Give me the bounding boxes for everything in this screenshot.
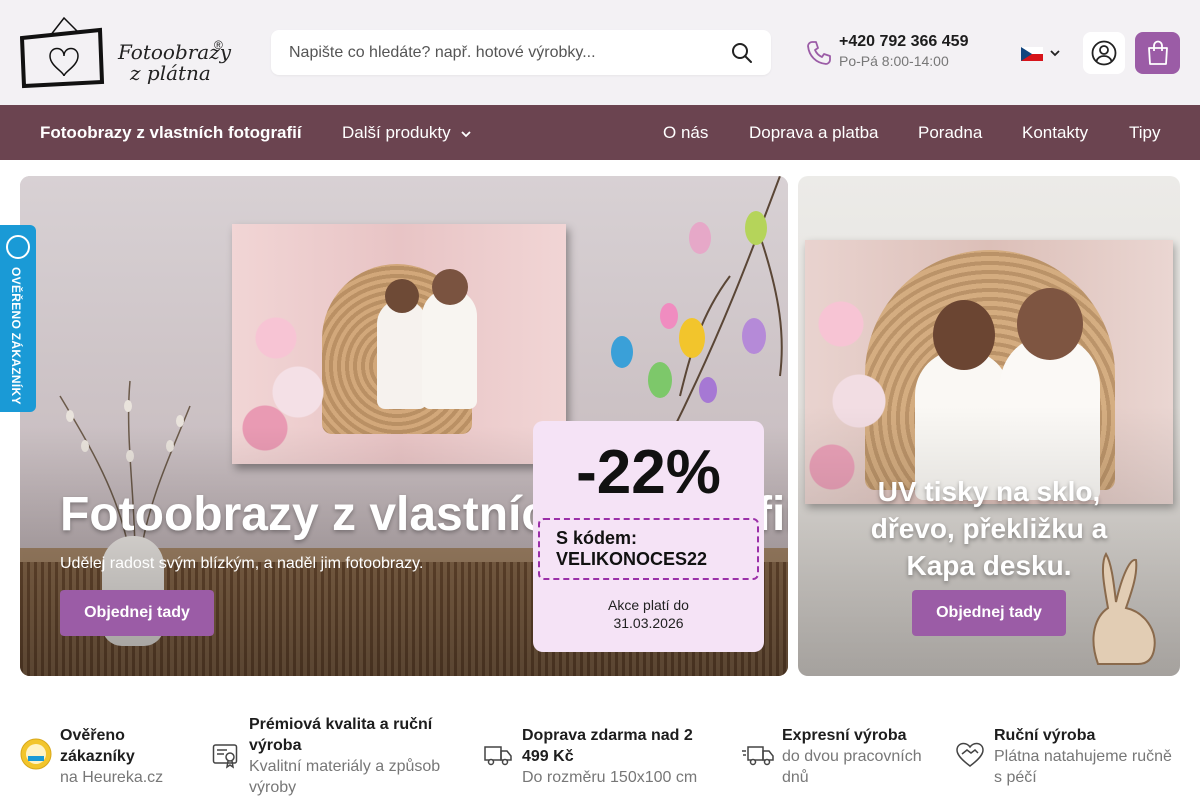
heureka-seal-icon [20, 738, 52, 770]
chevron-down-icon [461, 130, 472, 137]
discount-percentage: -22% [576, 438, 721, 507]
feature-title-line: Ověřeno [60, 727, 125, 744]
nav-item-more-products[interactable]: Další produkty [342, 123, 472, 143]
certificate-icon [212, 744, 238, 769]
fast-truck-icon [742, 746, 774, 766]
feature-premium-title: Prémiová kvalita a ruční výroba [249, 714, 432, 756]
user-icon [1091, 40, 1117, 66]
nav-item-about[interactable]: O nás [663, 123, 708, 143]
main-navigation: Fotoobrazy z vlastních fotografií Další … [0, 105, 1200, 160]
feature-subtitle-line: Plátna natahujeme ručně [994, 748, 1172, 765]
promo-code-box[interactable]: S kódem: VELIKONOCES22 [538, 518, 759, 580]
nav-item-label: Další produkty [342, 123, 451, 142]
phone-hours: Po-Pá 8:00-14:00 [839, 53, 949, 69]
verified-customers-label: OVĚŘENO ZÁKAZNÍKY [9, 267, 23, 405]
promo-validity-date: 31.03.2026 [613, 615, 684, 631]
nav-item-tips[interactable]: Tipy [1129, 123, 1161, 143]
account-button[interactable] [1083, 32, 1125, 74]
feature-handmade-title: Ruční výroba [994, 727, 1096, 744]
search-input[interactable] [289, 30, 719, 75]
feature-verified-title: Ověřeno zákazníky [60, 725, 135, 767]
delivery-truck-icon [484, 746, 512, 766]
logo-line2: z plátna [130, 61, 211, 85]
phone-icon[interactable] [806, 40, 832, 66]
phone-number[interactable]: +420 792 366 459 [839, 33, 968, 51]
cart-button[interactable] [1135, 32, 1180, 74]
feature-subtitle-line: s péčí [994, 769, 1037, 786]
order-uv-button[interactable]: Objednej tady [912, 590, 1066, 636]
feature-subtitle-line: dnů [782, 769, 809, 786]
discount-promo-card: -22% S kódem: VELIKONOCES22 Akce platí d… [533, 421, 764, 652]
czech-flag-icon [1021, 47, 1043, 61]
chevron-down-icon [1050, 50, 1060, 57]
heureka-badge-icon [6, 235, 30, 259]
nav-item-advice[interactable]: Poradna [918, 123, 982, 143]
promo-code[interactable]: VELIKONOCES22 [556, 549, 707, 570]
feature-title-line: Doprava zdarma nad 2 [522, 727, 693, 744]
feature-title-line: 499 Kč [522, 748, 574, 765]
language-selector[interactable] [1021, 44, 1063, 62]
feature-subtitle-line: Kvalitní materiály a způsob [249, 758, 441, 775]
nav-item-contacts[interactable]: Kontakty [1022, 123, 1088, 143]
uv-title-line1: UV tisky na sklo, [877, 476, 1101, 507]
uv-prints-title: UV tisky na sklo, dřevo, překližku a Kap… [798, 473, 1180, 584]
feature-handmade-subtitle: Plátna natahujeme ručně s péčí [994, 746, 1172, 788]
search-box [271, 30, 771, 75]
feature-title-line: Prémiová kvalita a ruční [249, 716, 433, 733]
hero-banner-uv-prints[interactable]: UV tisky na sklo, dřevo, překližku a Kap… [798, 176, 1180, 676]
features-bar: Ověřeno zákazníky na Heureka.cz Prémiová… [0, 700, 1200, 800]
nav-item-shipping-payment[interactable]: Doprava a platba [749, 123, 878, 143]
uv-title-line2: dřevo, překližku a [870, 513, 1108, 544]
feature-verified-subtitle: na Heureka.cz [60, 769, 164, 786]
promo-validity-label: Akce platí do [608, 597, 689, 613]
hero-banner-photo-prints[interactable]: Fotoobrazy z vlastních fotografií Udělej… [20, 176, 788, 676]
promo-validity: Akce platí do 31.03.2026 [533, 596, 764, 632]
feature-subtitle-line: výroby [249, 779, 297, 796]
verified-customers-badge[interactable]: OVĚŘENO ZÁKAZNÍKY [0, 225, 36, 412]
feature-title-line: zákazníky [60, 748, 135, 765]
site-logo[interactable]: Fotoobrazy z plátna ® [19, 16, 231, 90]
order-button[interactable]: Objednej tady [60, 590, 214, 636]
handshake-heart-icon [956, 742, 984, 767]
feature-shipping-subtitle: Do rozměru 150x100 cm [522, 769, 698, 786]
search-icon[interactable] [731, 42, 753, 64]
logo-frame-icon [19, 16, 105, 89]
logo-registered-mark: ® [214, 38, 223, 52]
feature-express-subtitle: do dvou pracovních dnů [782, 746, 922, 788]
nav-item-custom-photo-prints[interactable]: Fotoobrazy z vlastních fotografií [40, 123, 302, 143]
feature-title-line: výroba [249, 737, 302, 754]
feature-subtitle-line: do dvou pracovních [782, 748, 922, 765]
hero-subtitle: Udělej radost svým blízkým, a naděl jim … [60, 555, 424, 572]
shopping-bag-icon [1148, 40, 1168, 65]
uv-title-line3: Kapa desku. [906, 550, 1072, 581]
feature-premium-subtitle: Kvalitní materiály a způsob výroby [249, 756, 440, 798]
promo-code-label: S kódem: [556, 528, 638, 548]
site-header: Fotoobrazy z plátna ® +420 792 366 459 P… [0, 0, 1200, 105]
feature-express-title: Expresní výroba [782, 727, 907, 744]
feature-shipping-title: Doprava zdarma nad 2 499 Kč [522, 725, 693, 767]
